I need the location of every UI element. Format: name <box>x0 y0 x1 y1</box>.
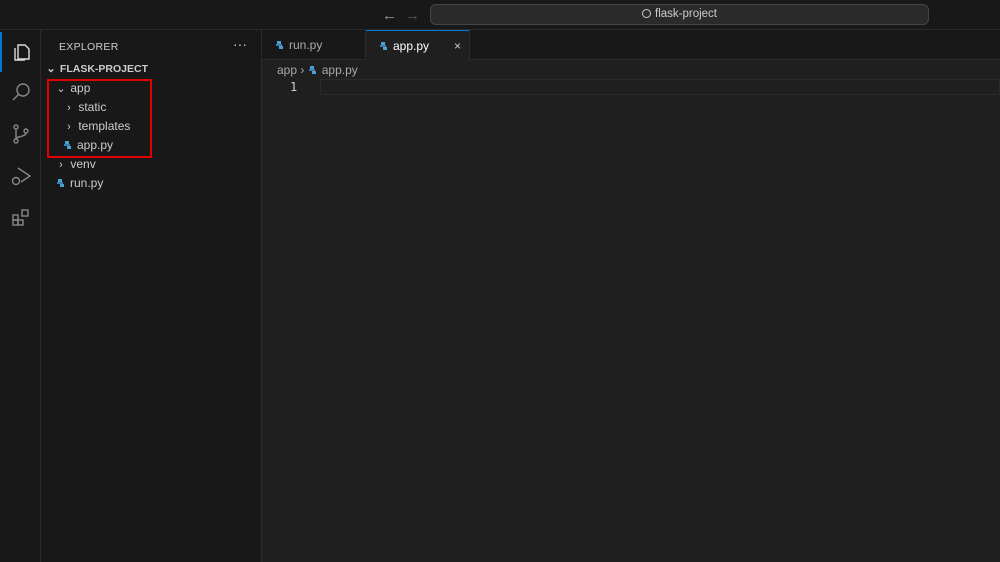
back-button[interactable]: ← <box>382 7 397 24</box>
chevron-right-icon: › <box>59 159 63 171</box>
command-center-search[interactable]: flask-project <box>430 4 929 25</box>
project-name: FLASK-PROJECT <box>59 63 149 75</box>
tab-app-py[interactable]: app.py × <box>366 30 470 61</box>
breadcrumb-separator: › <box>300 63 305 77</box>
tab-label: run.py <box>289 38 323 52</box>
close-icon[interactable]: × <box>454 31 461 61</box>
python-file-icon <box>308 66 316 74</box>
breadcrumb-file[interactable]: app.py <box>322 63 358 77</box>
tab-run-py[interactable]: run.py <box>262 30 366 60</box>
forward-button[interactable]: → <box>405 7 420 24</box>
tree-item-label: run.py <box>70 176 104 190</box>
explorer-icon[interactable] <box>0 32 41 72</box>
highlight-box <box>47 79 152 158</box>
source-control-icon[interactable] <box>0 114 41 154</box>
more-actions-button[interactable]: ··· <box>233 36 247 52</box>
project-root[interactable]: ⌄ FLASK-PROJECT <box>41 60 261 79</box>
editor-current-line[interactable] <box>320 79 1000 95</box>
chevron-down-icon: ⌄ <box>46 63 56 75</box>
search-text: flask-project <box>655 8 717 20</box>
tab-label: app.py <box>393 39 430 53</box>
editor-tabs: run.py app.py × <box>262 30 1000 61</box>
python-file-icon <box>57 179 64 187</box>
breadcrumb-folder[interactable]: app <box>277 63 297 77</box>
tree-item-label: venv <box>70 157 96 171</box>
search-icon[interactable] <box>0 72 41 112</box>
title-bar: ← → flask-project <box>0 0 1000 30</box>
python-file-icon <box>276 41 283 49</box>
activity-bar <box>0 30 41 562</box>
search-icon <box>642 9 651 18</box>
line-number: 1 <box>290 80 298 94</box>
breadcrumb: app › app.py <box>277 63 358 77</box>
tree-item-run-py[interactable]: run.py <box>41 174 261 193</box>
run-debug-icon[interactable] <box>0 156 41 196</box>
extensions-icon[interactable] <box>0 198 41 238</box>
python-file-icon <box>380 42 387 50</box>
explorer-title: EXPLORER <box>59 41 119 53</box>
